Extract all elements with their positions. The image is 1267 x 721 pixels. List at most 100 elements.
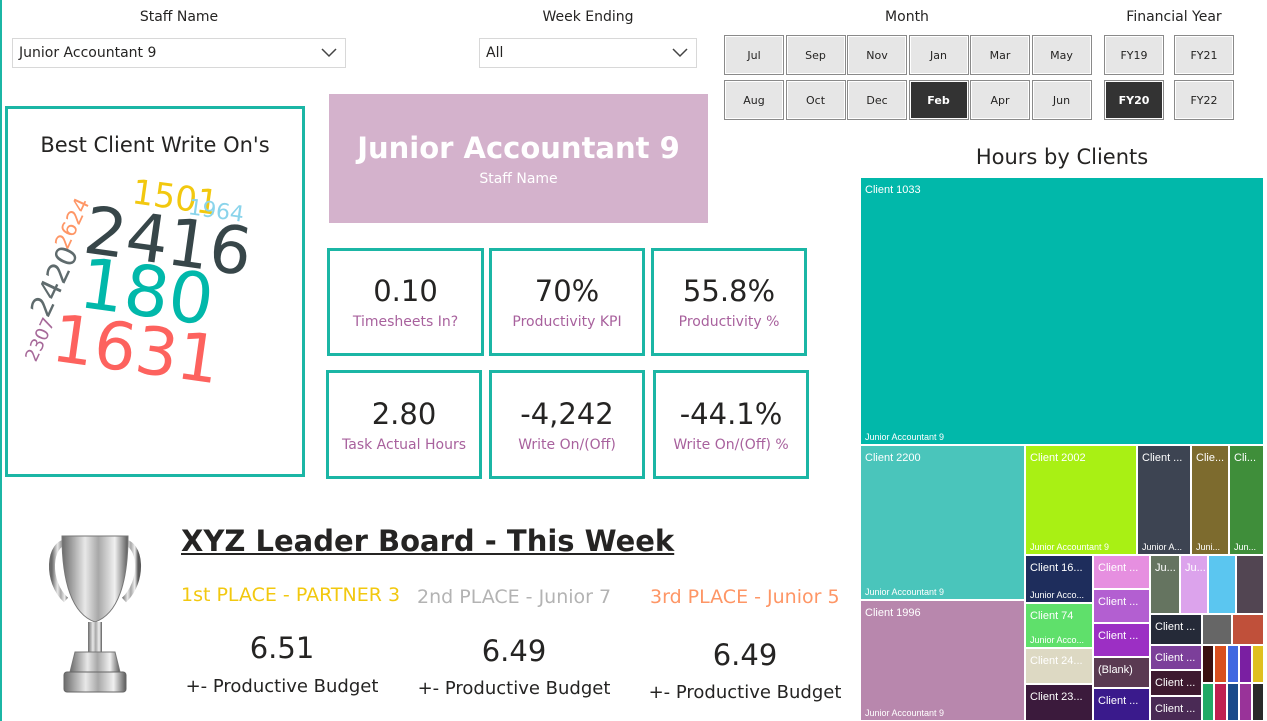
treemap-tile[interactable]: Client ... [1093, 555, 1150, 589]
treemap-title: Hours by Clients [975, 145, 1149, 169]
month-slicer-title: Month [885, 9, 929, 25]
month-tile-aug[interactable]: Aug [724, 80, 784, 120]
treemap-tile[interactable]: Client ... [1150, 670, 1202, 696]
treemap-tile-client: Client ... [1155, 703, 1196, 715]
word-cloud-title: Best Client Write On's [40, 133, 270, 157]
kpi-card-timesheets: 0.10 Timesheets In? [327, 248, 484, 356]
treemap-tile[interactable]: Client 23... [1025, 684, 1093, 721]
kpi-value: 55.8% [682, 274, 776, 308]
month-tile-feb[interactable]: Feb [908, 80, 969, 120]
treemap-tile-staff: Juni... [1196, 542, 1221, 552]
month-tile-sep[interactable]: Sep [785, 35, 846, 75]
treemap-tile-staff: Junior Accountant 9 [865, 587, 945, 597]
staff-name-value: Junior Accountant 9 [19, 45, 157, 61]
treemap-tile-small[interactable] [1202, 683, 1215, 721]
treemap-tile[interactable]: Cli... Jun... [1229, 445, 1264, 555]
treemap-tile[interactable]: Client 74 Junior Acco... [1025, 603, 1093, 648]
treemap-tile-client: Client 74 [1030, 610, 1074, 622]
treemap-tile-client: Client 16... [1030, 562, 1083, 574]
treemap-tile-client: Client ... [1098, 596, 1139, 608]
month-tile-may[interactable]: May [1031, 35, 1092, 75]
treemap-tile-client: Cli... [1234, 452, 1256, 464]
treemap-tile-staff: Junior Accountant 9 [865, 432, 945, 442]
trophy-icon [49, 535, 141, 693]
treemap-tile[interactable]: Client ... [1150, 614, 1202, 645]
treemap-tile[interactable] [1232, 614, 1264, 645]
kpi-card-task-actual-hours: 2.80 Task Actual Hours [326, 370, 482, 479]
treemap-tile[interactable]: Client ... [1093, 688, 1150, 721]
treemap-tile-small[interactable] [1239, 683, 1252, 721]
treemap-tile[interactable]: (Blank) [1093, 657, 1150, 688]
treemap-tile[interactable]: Client 1033 Junior Accountant 9 [860, 177, 1264, 445]
fy-tile-fy19[interactable]: FY19 [1104, 35, 1164, 75]
staff-name-card-value: Junior Accountant 9 [357, 130, 680, 165]
month-tile-jan[interactable]: Jan [908, 35, 969, 75]
treemap-tile[interactable]: Client 2002 Junior Accountant 9 [1025, 445, 1137, 555]
treemap-tile-small[interactable] [1226, 683, 1240, 721]
month-tile-dec[interactable]: Dec [847, 80, 907, 120]
fy-tile-fy20[interactable]: FY20 [1104, 80, 1164, 120]
treemap-tile-small[interactable] [1226, 645, 1240, 683]
treemap-tile-staff: Junior Acco... [1030, 635, 1085, 645]
treemap-tile-client: (Blank) [1098, 664, 1133, 676]
word-cloud-card: Best Client Write On's 1501 1964 2624 24… [5, 106, 305, 477]
first-place-label: 1st PLACE - PARTNER 3 [181, 584, 401, 606]
treemap-tile-client: Client 2200 [865, 452, 921, 464]
third-place-score: 6.49 [712, 638, 778, 672]
treemap-tile[interactable]: Client 24... [1025, 648, 1093, 684]
leader-board-title: XYZ Leader Board - This Week [181, 524, 675, 558]
treemap-tile-small[interactable] [1202, 645, 1215, 683]
fy-tile-fy22[interactable]: FY22 [1174, 80, 1234, 120]
treemap-tile-client: Client ... [1142, 452, 1183, 464]
treemap-tile[interactable]: Client ... [1093, 589, 1150, 623]
treemap-tile-client: Client ... [1098, 695, 1139, 707]
staff-name-card: Junior Accountant 9 Staff Name [329, 94, 708, 223]
treemap-tile-client: Client 1996 [865, 607, 921, 619]
treemap-tile-small[interactable] [1239, 645, 1252, 683]
treemap-tile[interactable]: Client 2200 Junior Accountant 9 [860, 445, 1025, 600]
treemap-tile[interactable] [1202, 614, 1232, 645]
treemap-tile-client: Client 2002 [1030, 452, 1086, 464]
week-ending-value: All [486, 45, 504, 61]
left-accent-line [0, 0, 2, 721]
kpi-value: 70% [534, 274, 600, 308]
treemap-tile-client: Client ... [1155, 621, 1196, 633]
month-tile-jul[interactable]: Jul [724, 35, 784, 75]
treemap-tile[interactable]: Ju... [1180, 555, 1208, 614]
financial-year-slicer-title: Financial Year [1126, 9, 1222, 25]
treemap-tile[interactable]: Client ... [1093, 623, 1150, 657]
treemap-tile[interactable]: Client ... Junior A... [1137, 445, 1191, 555]
treemap-tile-client: Client ... [1155, 677, 1196, 689]
treemap-tile-staff: Junior Acco... [1030, 590, 1085, 600]
treemap-tile[interactable]: Client ... [1150, 645, 1202, 670]
first-place-score: 6.51 [249, 631, 315, 665]
kpi-value: -44.1% [679, 396, 783, 431]
treemap-tile-client: Ju... [1155, 562, 1176, 574]
staff-name-dropdown[interactable]: Junior Accountant 9 [12, 38, 346, 68]
week-ending-dropdown[interactable]: All [479, 38, 697, 68]
treemap-tile[interactable] [1236, 555, 1264, 614]
staff-name-slicer-title: Staff Name [139, 9, 219, 25]
month-tile-oct[interactable]: Oct [785, 80, 846, 120]
treemap-tile-small[interactable] [1251, 683, 1264, 721]
treemap-tile-client: Client 1033 [865, 184, 921, 196]
treemap-tile[interactable]: Client 1996 Junior Accountant 9 [860, 600, 1025, 721]
fy-tile-fy21[interactable]: FY21 [1174, 35, 1234, 75]
kpi-value: 0.10 [373, 274, 438, 308]
treemap-tile-small[interactable] [1214, 645, 1227, 683]
treemap-tile[interactable] [1208, 555, 1236, 614]
kpi-card-productivity-kpi: 70% Productivity KPI [489, 248, 645, 356]
treemap-tile[interactable]: Client ... [1150, 696, 1202, 721]
month-tile-apr[interactable]: Apr [970, 80, 1030, 120]
treemap-tile[interactable]: Ju... [1150, 555, 1180, 614]
kpi-label: Timesheets In? [352, 314, 459, 330]
month-tile-jun[interactable]: Jun [1031, 80, 1092, 120]
treemap-tile-small[interactable] [1214, 683, 1227, 721]
month-tile-mar[interactable]: Mar [970, 35, 1030, 75]
word-1631: 1631 [47, 299, 225, 400]
treemap-tile-client: Ju... [1185, 562, 1206, 574]
treemap-tile[interactable]: Clie... Juni... [1191, 445, 1229, 555]
month-tile-nov[interactable]: Nov [847, 35, 907, 75]
treemap-tile-small[interactable] [1251, 645, 1264, 683]
treemap-tile[interactable]: Client 16... Junior Acco... [1025, 555, 1093, 603]
